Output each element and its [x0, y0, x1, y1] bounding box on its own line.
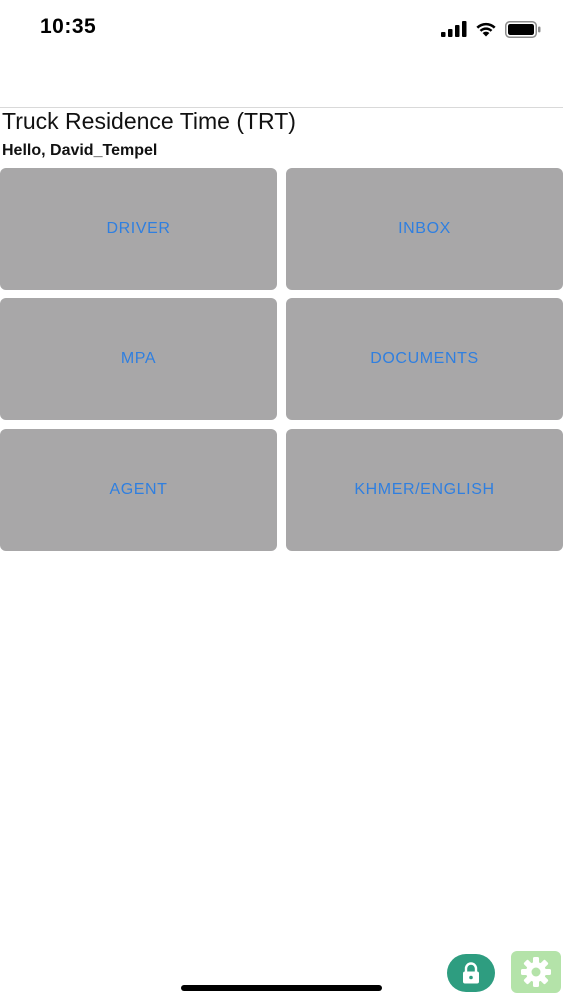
language-toggle-button[interactable]: KHMER/ENGLISH — [286, 429, 563, 551]
battery-icon — [505, 20, 541, 38]
driver-button[interactable]: DRIVER — [0, 168, 277, 290]
settings-button[interactable] — [511, 951, 561, 993]
status-bar: 10:35 — [0, 0, 563, 56]
mpa-button[interactable]: MPA — [0, 298, 277, 420]
home-indicator[interactable] — [181, 985, 382, 991]
cellular-signal-icon — [441, 21, 467, 37]
status-icons — [441, 19, 541, 39]
lock-icon — [463, 962, 479, 984]
page-title: Truck Residence Time (TRT) — [2, 108, 296, 134]
wifi-icon — [476, 22, 496, 37]
status-time: 10:35 — [40, 15, 97, 38]
user-greeting: Hello, David_Tempel — [2, 142, 158, 159]
documents-button[interactable]: DOCUMENTS — [286, 298, 563, 420]
lock-button[interactable] — [447, 954, 495, 992]
agent-button[interactable]: AGENT — [0, 429, 277, 551]
inbox-button[interactable]: INBOX — [286, 168, 563, 290]
gear-icon — [521, 957, 551, 987]
